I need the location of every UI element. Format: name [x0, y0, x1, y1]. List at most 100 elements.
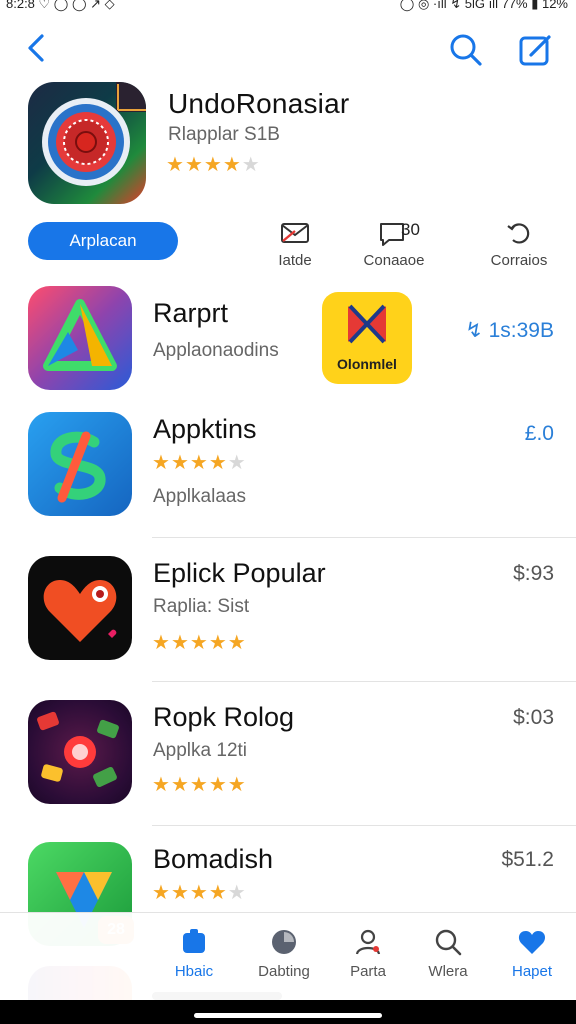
- status-bar: 8:2:8 ♡ ◯ ◯ ↗ ◇ ◯ ◎ ·ıll ↯ 5lG ıll 77% ▮…: [0, 0, 576, 14]
- app-name: Bomadish: [153, 844, 274, 874]
- home-bar-background: [0, 1000, 576, 1024]
- mail-icon: [281, 223, 309, 243]
- hero-app-subtitle: Rlapplar S1B: [168, 124, 280, 145]
- primary-action-button[interactable]: Arplacan: [28, 222, 178, 260]
- star-filled-icon: ★: [170, 882, 190, 904]
- app-icon[interactable]: [28, 556, 132, 660]
- status-bar-right: ◯ ◎ ·ıll ↯ 5lG ıll 77% ▮ 12%: [399, 0, 568, 11]
- divider: [152, 681, 576, 682]
- search-icon: [450, 34, 482, 66]
- user-icon: [355, 929, 381, 955]
- compose-icon: [519, 35, 551, 66]
- nav-bar: [0, 24, 576, 74]
- action-chat[interactable]: 30 Conaaoe: [349, 216, 439, 269]
- featured-badge-label: Olonmlel: [337, 356, 397, 372]
- action-chat-count: 30: [401, 220, 420, 239]
- action-refresh[interactable]: Corraios: [474, 216, 564, 269]
- status-bar-left: 8:2:8 ♡ ◯ ◯ ↗ ◇: [6, 0, 115, 11]
- hero-app-title: UndoRonasiar: [168, 88, 350, 119]
- star-empty-icon: ★: [241, 154, 261, 176]
- refresh-icon: [507, 223, 530, 244]
- star-filled-icon: ★: [227, 774, 247, 796]
- hero-app-icon[interactable]: [28, 82, 146, 204]
- home-icon: [183, 929, 205, 953]
- app-subtitle: Applkalaas: [153, 486, 246, 507]
- hero-action-row: Arplacan Iatde 30 Conaaoe Corraios: [0, 216, 576, 272]
- triangle-logo-icon: [43, 299, 117, 371]
- app-row[interactable]: Rarprt Applaonaodins ↯ 1s:39B: [0, 284, 576, 394]
- star-empty-icon: ★: [227, 452, 247, 474]
- star-filled-icon: ★: [166, 154, 185, 176]
- search-icon: [435, 929, 462, 956]
- star-filled-icon: ★: [189, 632, 209, 654]
- clock-icon: [272, 930, 296, 954]
- app-name: Eplick Popular: [153, 558, 326, 588]
- back-button[interactable]: [20, 30, 56, 66]
- app-name: Appktins: [153, 414, 257, 444]
- app-icon[interactable]: [28, 700, 132, 804]
- star-filled-icon: ★: [222, 154, 242, 176]
- tab-favorites[interactable]: Hapet: [492, 927, 572, 980]
- divider: [152, 537, 576, 538]
- tab-home[interactable]: Hbaic: [154, 927, 234, 980]
- star-filled-icon: ★: [189, 452, 209, 474]
- s-letter-logo-icon: [50, 431, 106, 503]
- app-price-button[interactable]: $:03: [513, 706, 554, 730]
- target-dial-icon: [42, 82, 146, 186]
- app-row[interactable]: Appktins ★★★★★ Applkalaas £.0: [0, 410, 576, 534]
- tab-timing[interactable]: Dabting: [244, 927, 324, 980]
- featured-app-badge[interactable]: Olonmlel: [322, 292, 412, 384]
- star-filled-icon: ★: [152, 774, 171, 796]
- app-rating: ★★★★★: [152, 880, 247, 905]
- tab-home-label: Hbaic: [174, 963, 214, 980]
- star-filled-icon: ★: [184, 154, 204, 176]
- star-filled-icon: ★: [203, 154, 223, 176]
- star-filled-icon: ★: [152, 452, 171, 474]
- tab-search[interactable]: Wlera: [408, 927, 488, 980]
- star-filled-icon: ★: [170, 632, 190, 654]
- app-price-button[interactable]: $51.2: [501, 848, 554, 872]
- hero-app-rating: ★★★★★: [166, 152, 261, 177]
- star-empty-icon: ★: [227, 882, 247, 904]
- star-filled-icon: ★: [152, 882, 171, 904]
- app-name: Rarprt: [153, 298, 229, 328]
- heart-icon: [518, 931, 546, 954]
- star-filled-icon: ★: [170, 774, 190, 796]
- bow-logo-icon: [348, 304, 386, 344]
- app-subtitle: Raplia: Sist: [153, 596, 250, 617]
- action-refresh-label: Corraios: [490, 252, 548, 269]
- app-name: Ropk Rolog: [153, 702, 295, 732]
- app-price-button[interactable]: $:93: [513, 562, 554, 586]
- search-button[interactable]: [446, 30, 486, 70]
- tab-search-label: Wlera: [428, 963, 468, 980]
- burst-game-icon: [37, 711, 119, 788]
- app-subtitle: Applaonaodins: [153, 340, 279, 361]
- star-filled-icon: ★: [152, 632, 171, 654]
- tab-timing-label: Dabting: [258, 963, 310, 980]
- app-row[interactable]: Eplick Popular Raplia: Sist ★★★★★ $:93: [0, 554, 576, 670]
- app-rating: ★★★★★: [152, 630, 247, 655]
- star-filled-icon: ★: [189, 774, 209, 796]
- tab-profile-label: Parta: [350, 963, 386, 980]
- app-price-button[interactable]: ↯ 1s:39B: [465, 318, 554, 343]
- star-filled-icon: ★: [208, 632, 228, 654]
- chevron-left-icon: [28, 34, 44, 62]
- app-icon[interactable]: [28, 286, 132, 390]
- star-filled-icon: ★: [227, 632, 247, 654]
- tab-bar: Hbaic Dabting Parta Wlera Hapet: [0, 912, 576, 1000]
- app-subtitle: Applka 12ti: [153, 740, 248, 761]
- hero-app: UndoRonasiar Rlapplar S1B ★★★★★: [0, 82, 576, 212]
- action-chat-label: Conaaoe: [363, 252, 425, 269]
- home-indicator[interactable]: [194, 1013, 382, 1018]
- star-filled-icon: ★: [208, 774, 228, 796]
- action-mail[interactable]: Iatde: [250, 216, 340, 269]
- tab-profile[interactable]: Parta: [328, 927, 408, 980]
- app-price-button[interactable]: £.0: [525, 422, 554, 446]
- action-mail-label: Iatde: [278, 252, 312, 269]
- divider: [152, 825, 576, 826]
- app-row[interactable]: Ropk Rolog Applka 12ti ★★★★★ $:03: [0, 698, 576, 814]
- star-filled-icon: ★: [170, 452, 190, 474]
- compose-button[interactable]: [516, 30, 556, 70]
- app-icon[interactable]: [28, 412, 132, 516]
- app-rating: ★★★★★: [152, 772, 247, 797]
